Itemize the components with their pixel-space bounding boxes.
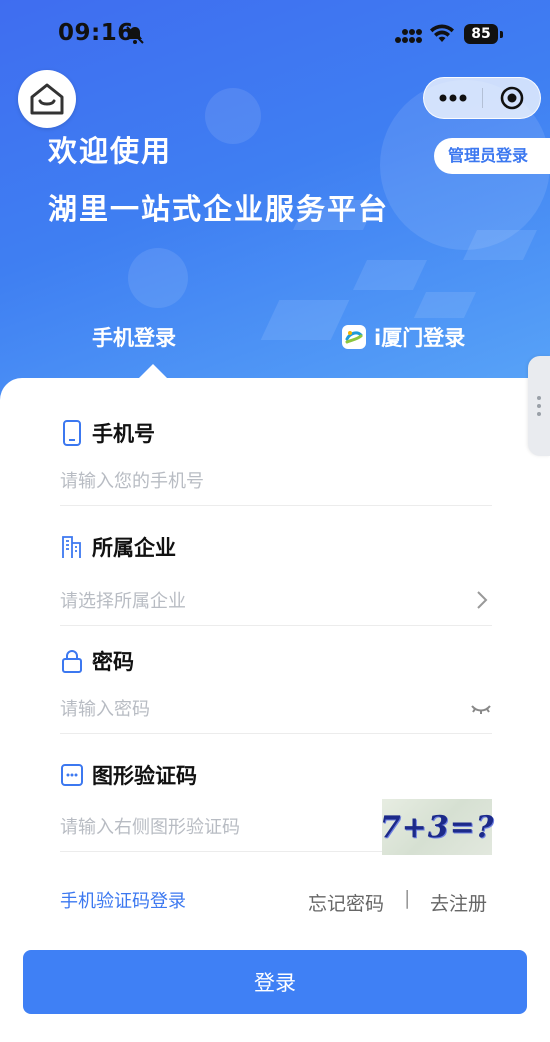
close-mini-program-button[interactable] [483,78,541,118]
login-button[interactable]: 登录 [23,950,527,1014]
captcha-label: 图形验证码 [92,764,197,788]
company-label-row: 所属企业 [60,532,176,562]
decorative-block [260,300,350,340]
battery-indicator: 85 [464,24,498,44]
home-icon [30,83,64,115]
side-drawer-handle[interactable] [528,356,550,456]
captcha-input[interactable] [60,802,360,852]
link-separator: | [404,887,411,909]
sms-login-link[interactable]: 手机验证码登录 [60,887,186,913]
forgot-password-link[interactable]: 忘记密码 [308,889,384,916]
ixiamen-logo-icon [342,325,366,349]
eye-closed-icon[interactable] [470,702,492,721]
building-icon [60,535,84,559]
cellular-signal-icon [395,26,423,48]
phone-input[interactable] [60,456,420,506]
drag-dots-icon [537,396,541,416]
company-field[interactable] [60,576,492,626]
phone-label-row: 手机号 [60,418,155,448]
phone-label: 手机号 [92,422,155,446]
decorative-circle [205,88,261,144]
tab-ixiamen-login[interactable]: i厦门登录 [342,322,465,352]
decorative-block [353,260,427,290]
captcha-field: 7+3=? [60,799,493,855]
register-link[interactable]: 去注册 [430,889,487,916]
password-label: 密码 [92,650,134,674]
active-tab-indicator [138,364,168,379]
captcha-label-row: 图形验证码 [60,760,197,790]
decorative-block [413,292,477,318]
company-label: 所属企业 [92,536,176,560]
home-button[interactable] [18,70,76,128]
lock-icon [60,649,84,673]
phone-icon [60,420,84,446]
captcha-icon [60,763,84,787]
tab-phone-login[interactable]: 手机登录 [92,322,176,352]
decorative-circle [128,248,188,308]
password-field [60,684,492,734]
password-input[interactable] [60,684,420,734]
target-close-icon [500,86,524,110]
battery-cap [500,31,503,38]
more-dots-icon [439,94,467,102]
welcome-text: 欢迎使用 [48,134,173,168]
decorative-block [463,230,537,260]
phone-field [60,456,492,506]
chevron-right-icon [476,590,488,614]
company-select[interactable] [60,576,420,626]
status-time: 09:16 [58,20,134,46]
admin-login-button[interactable]: 管理员登录 [434,138,550,174]
tab-ixiamen-label: i厦门登录 [374,326,466,350]
mini-program-capsule [423,77,541,119]
muted-bell-icon [124,24,146,50]
platform-title: 湖里一站式企业服务平台 [48,192,390,226]
password-label-row: 密码 [60,646,134,676]
more-options-button[interactable] [424,78,482,118]
wifi-icon [429,24,455,48]
status-bar: 09:16 85 [0,18,550,54]
captcha-image[interactable]: 7+3=? [380,799,493,855]
